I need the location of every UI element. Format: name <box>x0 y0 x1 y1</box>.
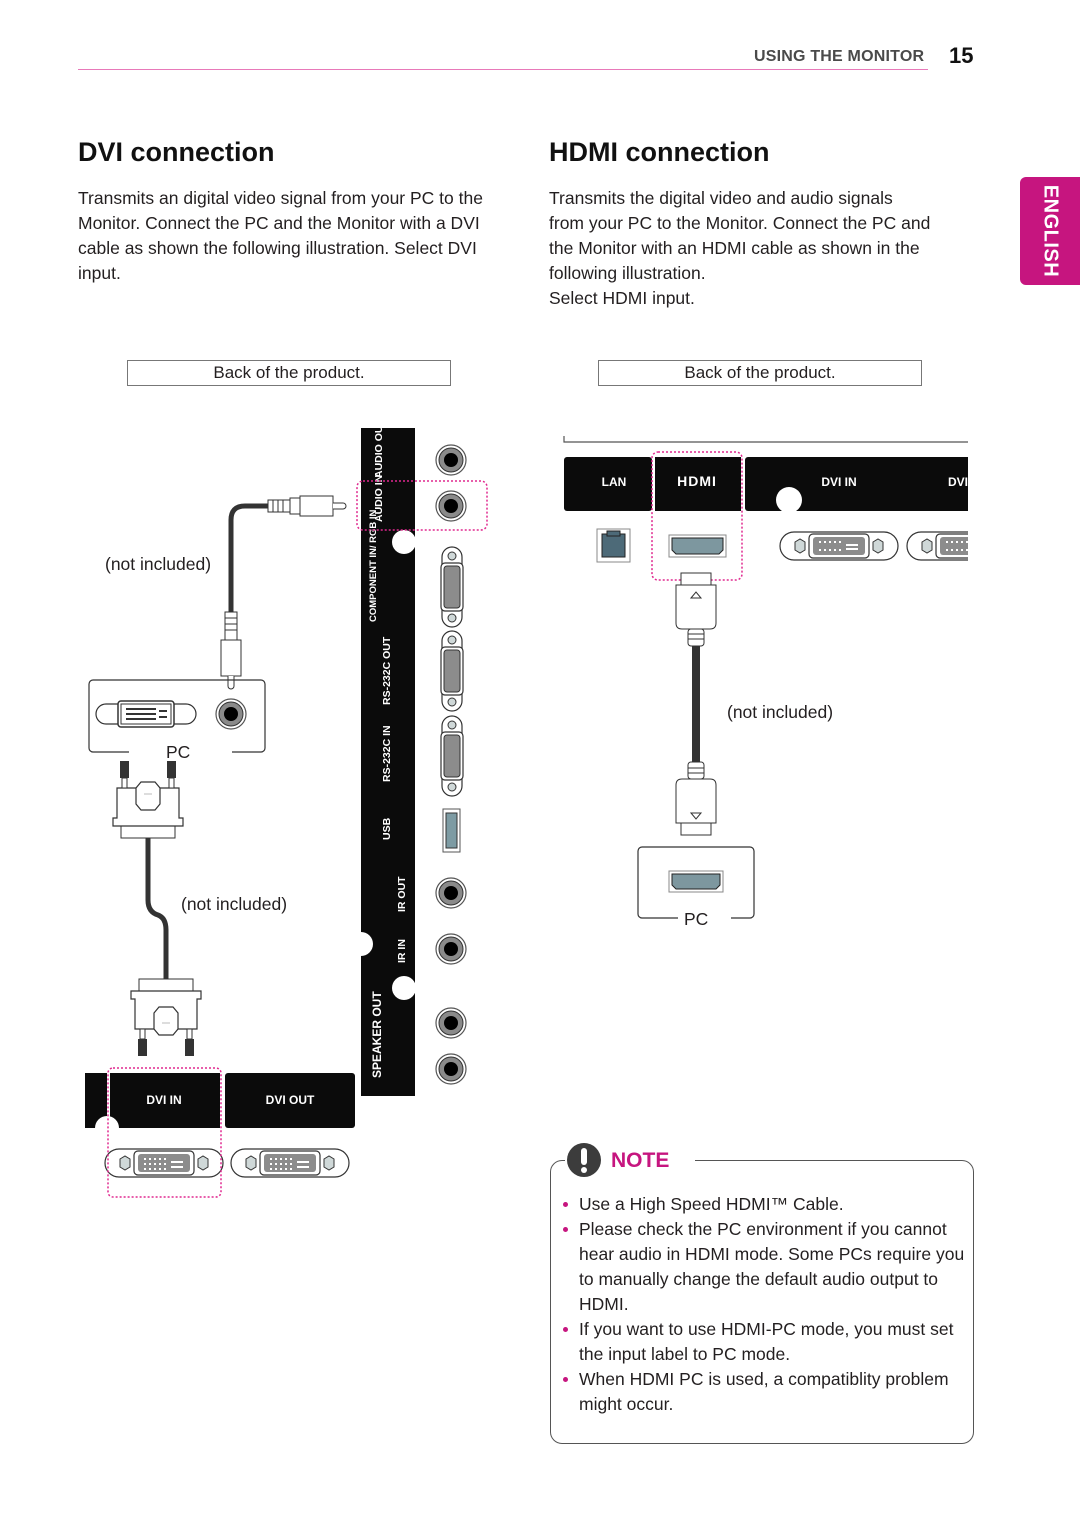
port-label-component-in: COMPONENT IN/ RGB IN <box>368 509 379 622</box>
note-list: Use a High Speed HDMI™ Cable. Please che… <box>560 1192 965 1417</box>
port-label-usb: USB <box>381 817 393 840</box>
port-label-rs232c-in: RS-232C IN <box>381 725 393 782</box>
port-label-rs232c-out: RS-232C OUT <box>381 636 393 705</box>
bottom-panel <box>85 1073 355 1140</box>
panel-edge <box>563 436 968 443</box>
usb-port <box>442 808 461 853</box>
note-item: Please check the PC environment if you c… <box>560 1217 965 1317</box>
port-label-ir-in: IR IN <box>396 939 408 963</box>
speaker-out-l-port <box>435 1007 467 1039</box>
audio-out-port <box>435 444 467 476</box>
hdmi-cable-note: (not included) <box>727 702 833 722</box>
port-label-dvi-out: DVI OUT <box>266 1093 315 1107</box>
port-label-dvi-out: DVI O <box>948 475 980 489</box>
language-tab[interactable]: ENGLISH <box>1020 177 1080 285</box>
port-label-ir-out: IR OUT <box>396 876 408 912</box>
dvi-in-port <box>104 1148 224 1178</box>
pc-box-hdmi <box>637 846 755 919</box>
note-item: Use a High Speed HDMI™ Cable. <box>560 1192 965 1217</box>
pc-label-hdmi: PC <box>684 909 708 929</box>
dvi-out-port <box>906 531 968 561</box>
rs232c-in-port <box>440 715 464 797</box>
audio-in-port <box>435 490 467 522</box>
language-tab-label: ENGLISH <box>1039 184 1062 278</box>
hdmi-cable <box>675 572 717 836</box>
ir-in-port <box>435 933 467 965</box>
port-label-speaker-out: SPEAKER OUT <box>370 991 384 1078</box>
note-item: When HDMI PC is used, a compatiblity pro… <box>560 1367 965 1417</box>
dvi-cable-note: (not included) <box>181 894 287 914</box>
audio-cable-note: (not included) <box>105 554 211 574</box>
hdmi-port <box>668 534 727 558</box>
port-label-dvi-in: DVI IN <box>821 475 856 489</box>
dvi-diagram: AUDIO OUT AUDIO IN COMPONENT IN/ RGB IN … <box>85 419 488 1198</box>
port-label-dvi-in: DVI IN <box>146 1093 181 1107</box>
rs232c-out-port <box>440 630 464 712</box>
ir-out-port <box>435 877 467 909</box>
component-rgb-in-port <box>440 546 464 628</box>
port-label-lan: LAN <box>602 475 627 489</box>
pc-label-dvi: PC <box>166 742 190 762</box>
speaker-out-r-port <box>435 1053 467 1085</box>
exclamation-icon <box>567 1143 601 1177</box>
note-item: If you want to use HDMI-PC mode, you mus… <box>560 1317 965 1367</box>
hdmi-diagram: LAN HDMI DVI IN DVI O (not included) PC <box>563 436 980 929</box>
lan-port <box>596 528 631 563</box>
dvi-out-port <box>230 1148 350 1178</box>
port-label-audio-out: AUDIO OUT <box>373 419 385 479</box>
note-title: NOTE <box>611 1149 670 1172</box>
dvi-in-port <box>779 531 899 561</box>
port-label-hdmi: HDMI <box>677 473 717 489</box>
audio-cable <box>220 495 347 690</box>
